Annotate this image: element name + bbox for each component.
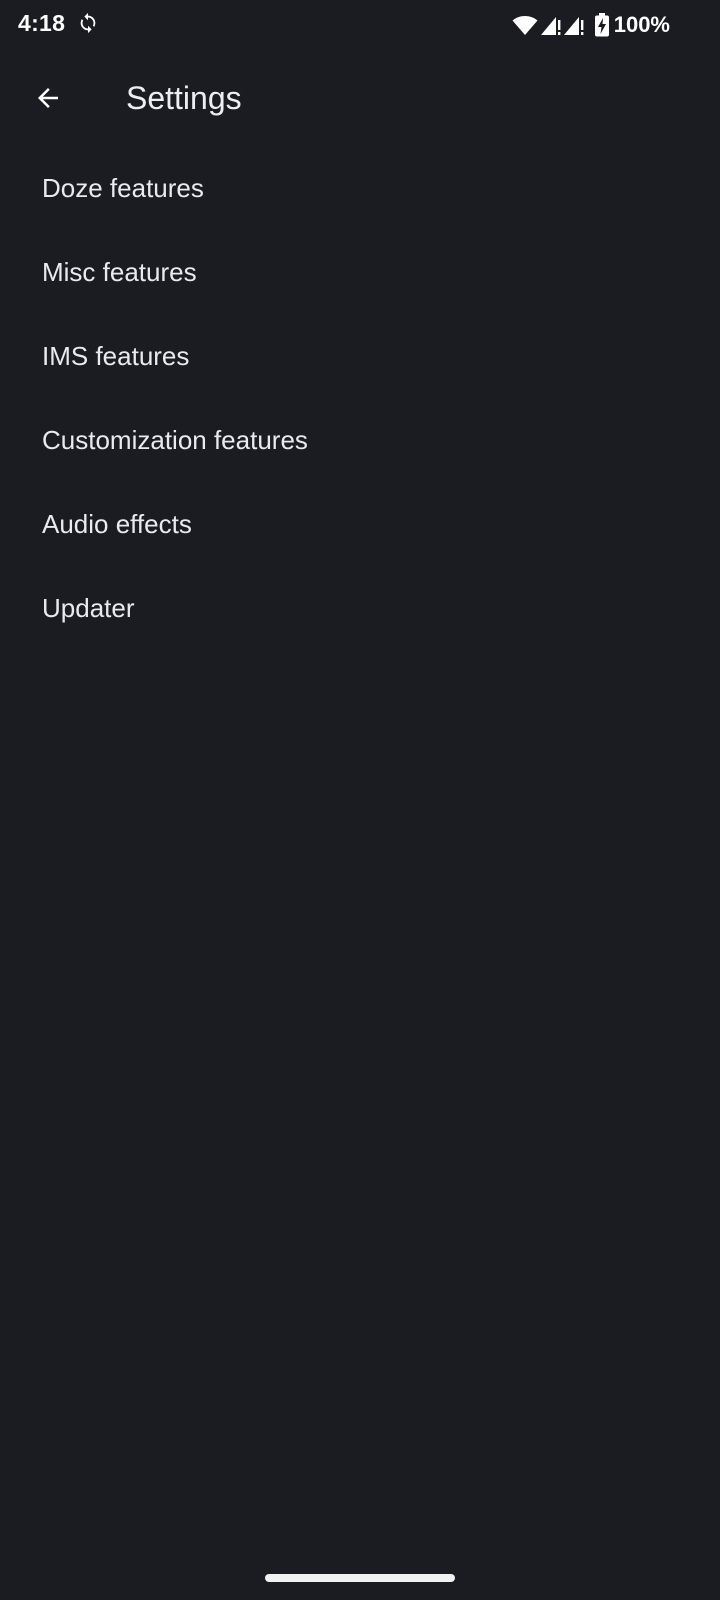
settings-item-customization-features[interactable]: Customization features bbox=[0, 398, 720, 482]
status-time: 4:18 bbox=[18, 10, 66, 36]
status-bar: 4:18 100% bbox=[0, 0, 720, 50]
settings-item-label: IMS features bbox=[42, 340, 190, 371]
settings-list: Doze features Misc features IMS features… bbox=[0, 146, 720, 650]
battery-charging-icon bbox=[594, 13, 609, 37]
settings-item-ims-features[interactable]: IMS features bbox=[0, 314, 720, 398]
settings-item-label: Customization features bbox=[42, 424, 308, 455]
settings-item-label: Updater bbox=[42, 592, 135, 623]
battery-percent: 100% bbox=[613, 12, 670, 37]
settings-item-label: Audio effects bbox=[42, 508, 192, 539]
settings-item-misc-features[interactable]: Misc features bbox=[0, 230, 720, 314]
settings-item-label: Misc features bbox=[42, 256, 197, 287]
wifi-icon bbox=[512, 16, 538, 35]
signal-icon bbox=[540, 17, 561, 35]
arrow-left-icon bbox=[38, 88, 58, 108]
app-bar: Settings bbox=[0, 60, 720, 136]
sync-icon bbox=[80, 12, 96, 34]
settings-item-updater[interactable]: Updater bbox=[0, 566, 720, 650]
signal-icon bbox=[563, 17, 584, 35]
back-button[interactable] bbox=[22, 72, 74, 124]
settings-item-label: Doze features bbox=[42, 172, 204, 203]
settings-item-doze-features[interactable]: Doze features bbox=[0, 146, 720, 230]
status-icons: 100% bbox=[512, 10, 670, 40]
settings-screen: 4:18 100% Settings Doze features Misc fe… bbox=[0, 0, 720, 1600]
settings-item-audio-effects[interactable]: Audio effects bbox=[0, 482, 720, 566]
page-title: Settings bbox=[126, 80, 242, 116]
gesture-navigation-bar[interactable] bbox=[265, 1574, 455, 1582]
